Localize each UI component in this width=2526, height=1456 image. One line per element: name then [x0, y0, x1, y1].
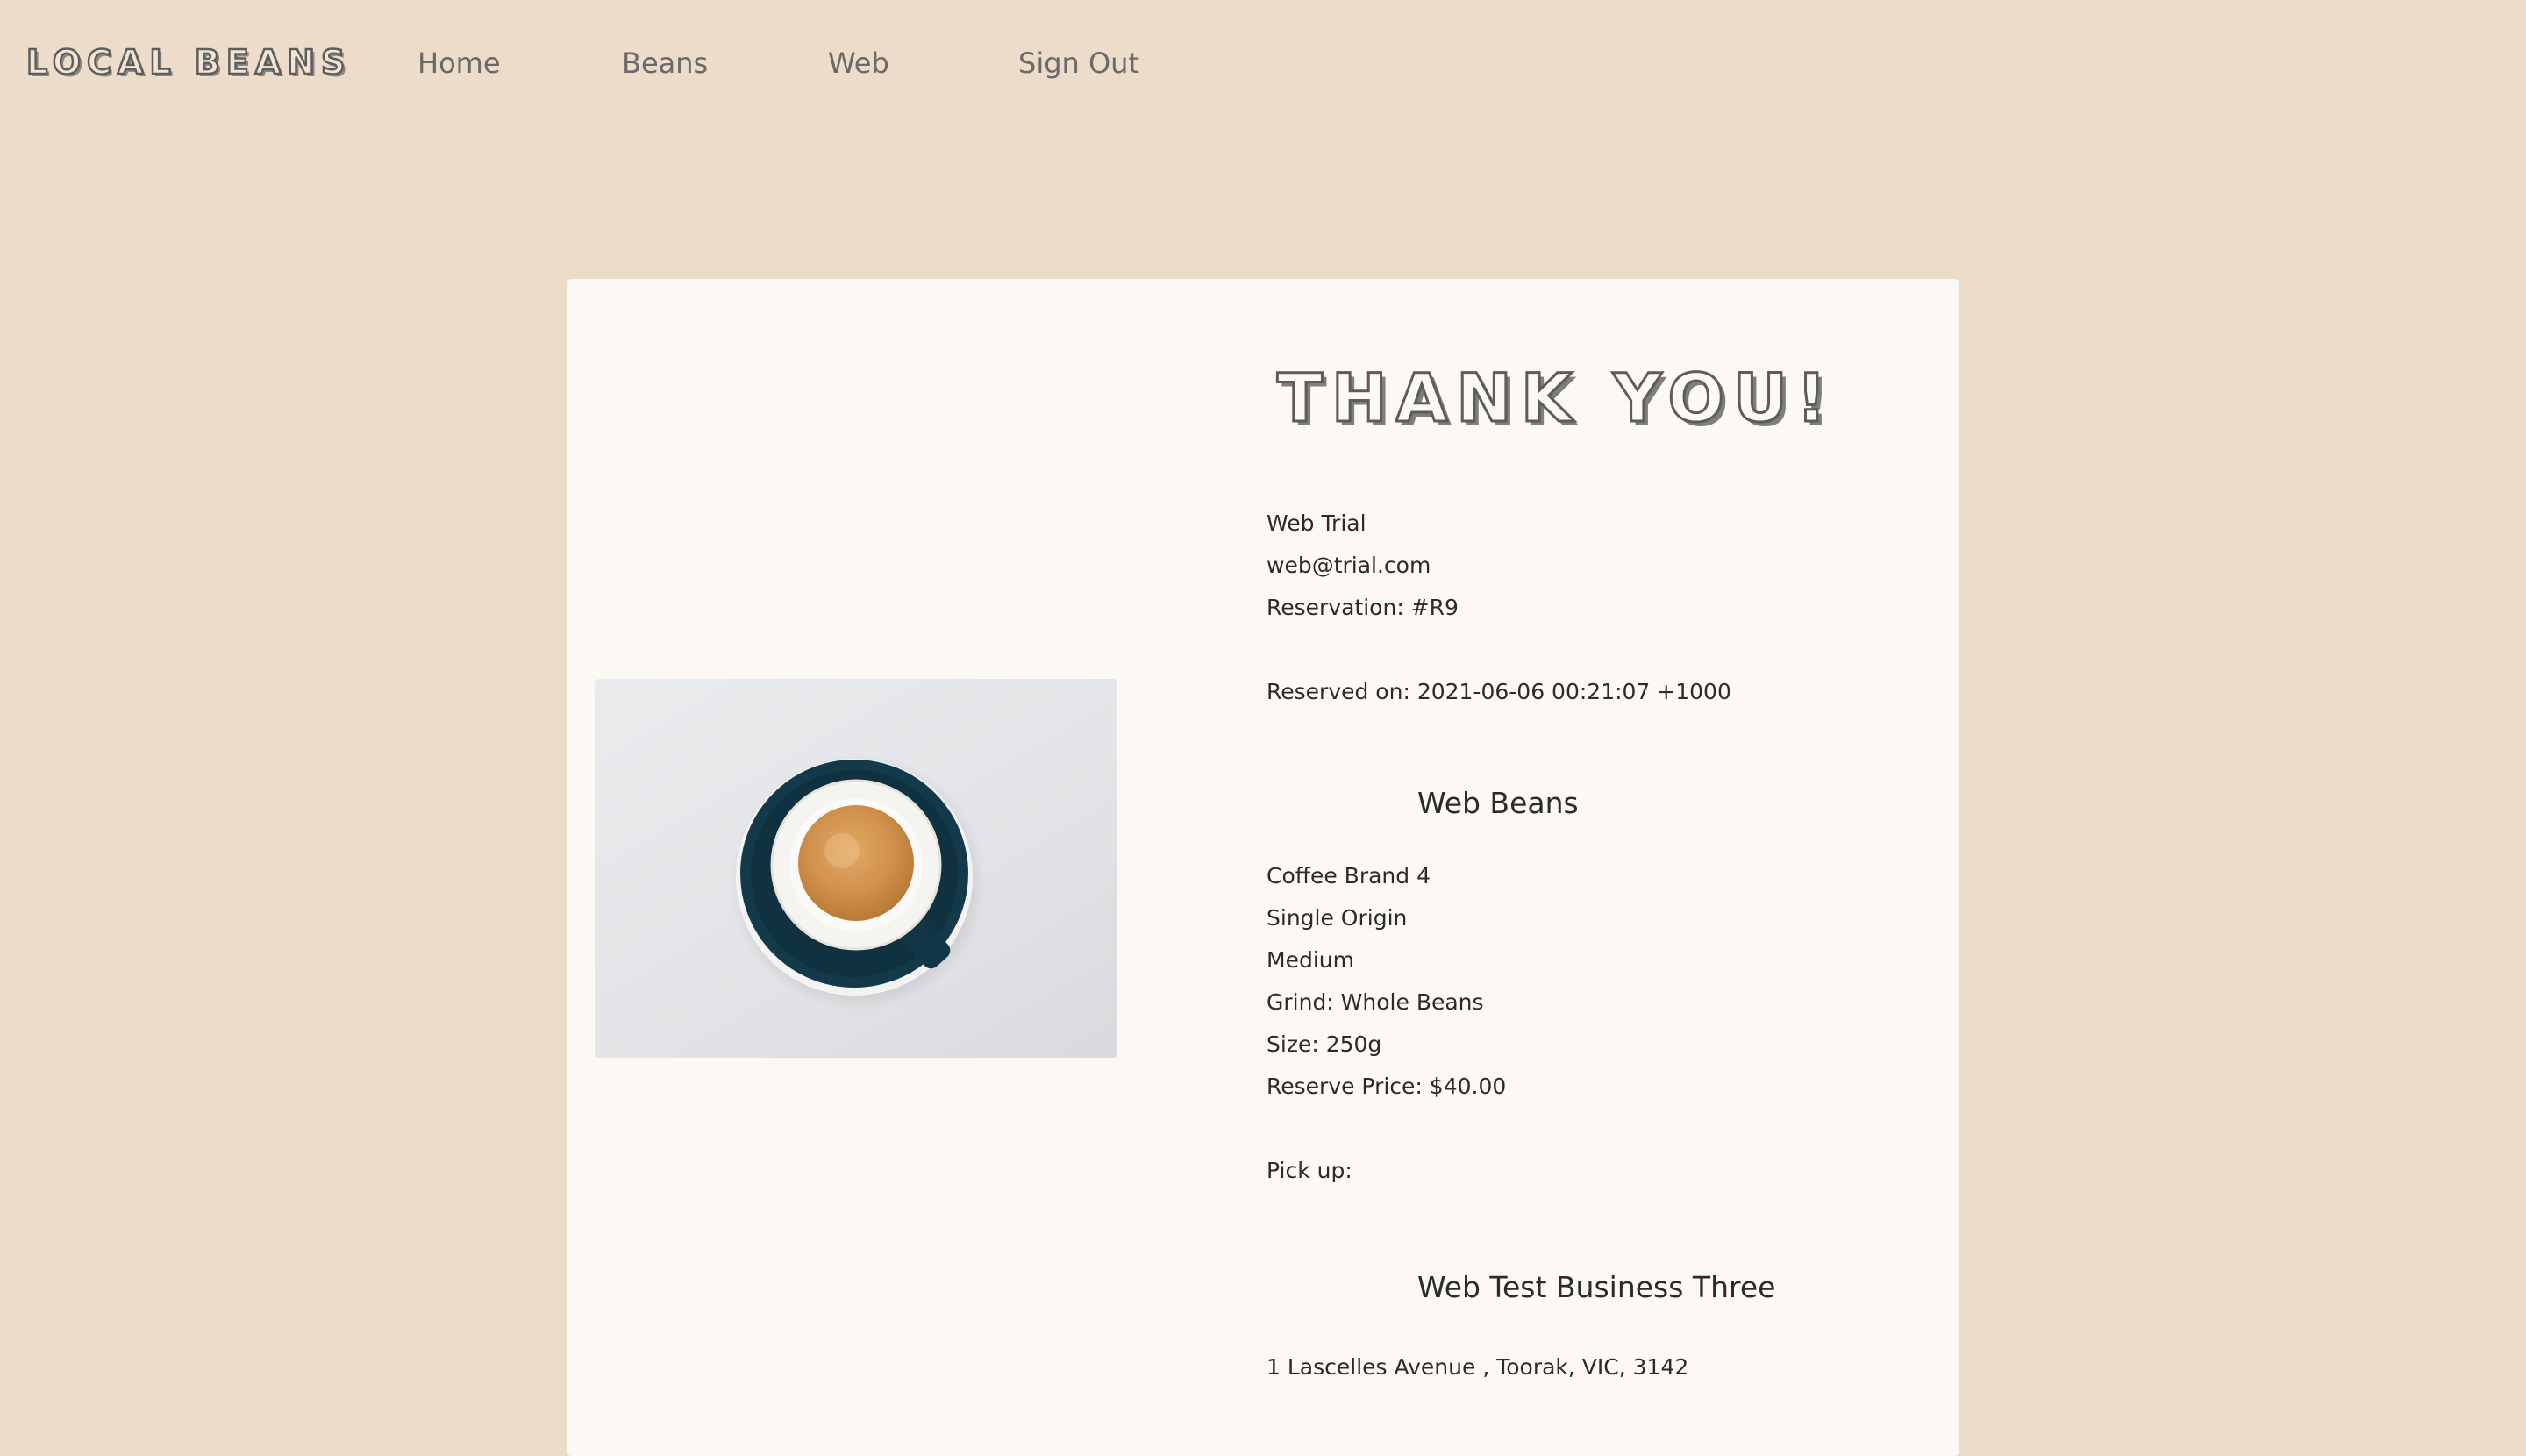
reservation-number: Reservation: #R9 [1267, 595, 1459, 620]
nav-link-sign-out[interactable]: Sign Out [1018, 42, 1139, 84]
customer-email: web@trial.com [1267, 553, 1431, 578]
nav-link-home[interactable]: Home [417, 42, 501, 84]
nav-link-web[interactable]: Web [828, 42, 889, 84]
product-grind: Grind: Whole Beans [1267, 989, 1484, 1015]
reserve-price: Reserve Price: $40.00 [1267, 1074, 1507, 1099]
brand-logo[interactable]: LOCAL BEANS [25, 40, 351, 84]
product-heading: Web Beans [1417, 786, 1579, 820]
top-nav: LOCAL BEANS Home Beans Web Sign Out [0, 0, 2526, 132]
thank-you-title: THANK YOU! [1276, 358, 1836, 439]
reservation-card: THANK YOU! Web Trial web@trial.com Reser… [567, 279, 1959, 1456]
nav-link-beans[interactable]: Beans [622, 42, 708, 84]
pickup-business: Web Test Business Three [1417, 1270, 1776, 1304]
product-roast: Medium [1267, 947, 1354, 973]
reserved-on: Reserved on: 2021-06-06 00:21:07 +1000 [1267, 679, 1731, 704]
customer-name: Web Trial [1267, 510, 1366, 536]
product-brand: Coffee Brand 4 [1267, 863, 1431, 889]
pickup-label: Pick up: [1267, 1158, 1352, 1183]
coffee-cup-image [595, 679, 1117, 1058]
product-origin: Single Origin [1267, 905, 1408, 931]
product-size: Size: 250g [1267, 1031, 1382, 1057]
pickup-address: 1 Lascelles Avenue , Toorak, VIC, 3142 [1267, 1354, 1689, 1380]
